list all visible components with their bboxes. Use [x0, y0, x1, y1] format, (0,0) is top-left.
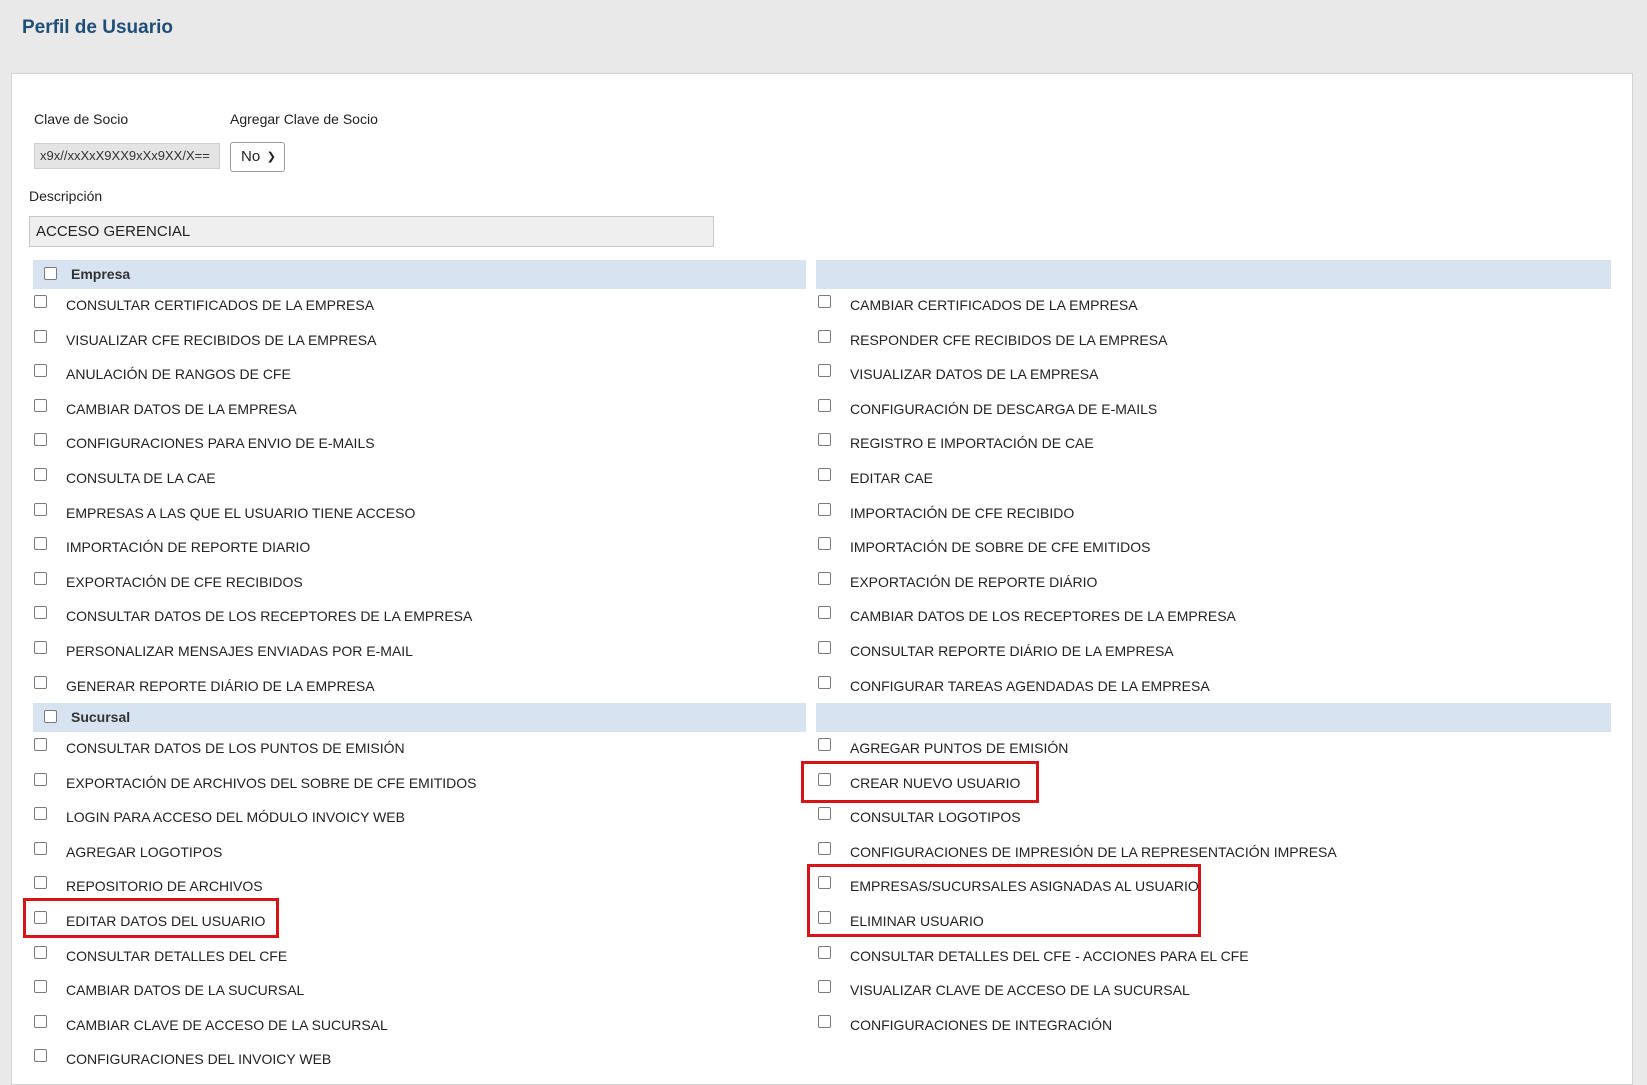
permission-checkbox[interactable]: [34, 433, 47, 447]
agregar-clave-label: Agregar Clave de Socio: [230, 111, 378, 127]
permission-checkbox[interactable]: [818, 364, 831, 378]
clave-socio-label: Clave de Socio: [34, 111, 129, 127]
highlight-editar-datos-usuario: [23, 898, 279, 938]
permission-checkbox[interactable]: [818, 1014, 831, 1028]
permission-checkbox[interactable]: [818, 433, 831, 447]
permission-label: ANULACIÓN DE RANGOS DE CFE: [66, 366, 291, 383]
permission-checkbox[interactable]: [818, 468, 831, 481]
permission-label: CAMBIAR CLAVE DE ACCESO DE LA SUCURSAL: [66, 1016, 388, 1033]
permission-checkbox[interactable]: [34, 675, 47, 689]
permission-label: CONSULTAR DETALLES DEL CFE: [66, 947, 288, 964]
permission-label: REGISTRO E IMPORTACIÓN DE CAE: [850, 435, 1094, 452]
permission-label: EMPRESAS A LAS QUE EL USUARIO TIENE ACCE…: [66, 504, 416, 521]
permission-label: CONSULTAR DATOS DE LOS PUNTOS DE EMISIÓN: [66, 740, 405, 756]
permission-checkbox[interactable]: [818, 502, 831, 516]
permission-label: IMPORTACIÓN DE CFE RECIBIDO: [850, 504, 1075, 521]
permission-checkbox[interactable]: [34, 738, 47, 751]
permission-label: EXPORTACIÓN DE ARCHIVOS DEL SOBRE DE CFE…: [66, 774, 477, 791]
permission-checkbox[interactable]: [34, 772, 47, 786]
permission-checkbox[interactable]: [34, 295, 47, 308]
permission-checkbox[interactable]: [34, 980, 47, 994]
page-title: Perfil de Usuario: [22, 17, 173, 38]
permission-label: PERSONALIZAR MENSAJES ENVIADAS POR E-MAI…: [66, 643, 413, 659]
permission-label: CONFIGURACIONES DE INTEGRACIÓN: [850, 1016, 1113, 1033]
permission-label: CONFIGURAR TAREAS AGENDADAS DE LA EMPRES…: [850, 677, 1210, 694]
permission-checkbox[interactable]: [34, 841, 47, 855]
permission-checkbox[interactable]: [34, 641, 47, 654]
permission-label: CAMBIAR CERTIFICADOS DE LA EMPRESA: [850, 297, 1138, 313]
section-title-empresa: Empresa: [71, 266, 131, 282]
permission-label: CONFIGURACIONES DEL INVOICY WEB: [66, 1051, 332, 1068]
permission-label: CONFIGURACIÓN DE DESCARGA DE E-MAILS: [850, 400, 1158, 417]
permission-checkbox[interactable]: [34, 468, 47, 481]
permission-checkbox[interactable]: [818, 675, 831, 689]
permission-label: CONFIGURACIONES DE IMPRESIÓN DE LA REPRE…: [850, 843, 1337, 860]
permission-checkbox[interactable]: [818, 537, 831, 551]
permission-label: RESPONDER CFE RECIBIDOS DE LA EMPRESA: [850, 331, 1168, 348]
permission-checkbox[interactable]: [818, 295, 831, 308]
permission-label: CONSULTAR DATOS DE LOS RECEPTORES DE LA …: [66, 608, 473, 625]
permission-label: CONSULTAR DETALLES DEL CFE - ACCIONES PA…: [850, 947, 1249, 964]
descripcion-field[interactable]: ACCESO GERENCIAL: [29, 216, 714, 247]
permission-label: CAMBIAR DATOS DE LA EMPRESA: [66, 400, 297, 417]
permission-checkbox[interactable]: [34, 537, 47, 551]
section-header-empresa: Empresa: [33, 260, 806, 289]
permission-checkbox[interactable]: [818, 571, 831, 585]
permission-label: CAMBIAR DATOS DE LOS RECEPTORES DE LA EM…: [850, 608, 1236, 625]
section-checkbox-empresa[interactable]: [44, 267, 57, 280]
permission-checkbox[interactable]: [818, 606, 831, 620]
highlight-crear-nuevo-usuario: [801, 761, 1039, 803]
permission-label: AGREGAR LOGOTIPOS: [66, 843, 223, 860]
permission-checkbox[interactable]: [818, 329, 831, 343]
agregar-clave-value: No: [241, 148, 261, 165]
section-title-sucursal: Sucursal: [71, 709, 131, 725]
permission-checkbox[interactable]: [34, 807, 47, 821]
permission-label: LOGIN PARA ACCESO DEL MÓDULO INVOICY WEB: [66, 809, 405, 826]
permission-label: CAMBIAR DATOS DE LA SUCURSAL: [66, 982, 305, 999]
permission-checkbox[interactable]: [34, 502, 47, 516]
permission-checkbox[interactable]: [34, 364, 47, 378]
permission-checkbox[interactable]: [34, 329, 47, 343]
permission-label: VISUALIZAR DATOS DE LA EMPRESA: [850, 366, 1099, 383]
permission-checkbox[interactable]: [34, 1014, 47, 1028]
section-header-sucursal: Sucursal: [33, 703, 806, 732]
permission-label: EDITAR CAE: [850, 470, 933, 486]
permission-checkbox[interactable]: [818, 738, 831, 751]
permission-label: AGREGAR PUNTOS DE EMISIÓN: [850, 740, 1069, 756]
permission-checkbox[interactable]: [818, 980, 831, 994]
permission-checkbox[interactable]: [34, 945, 47, 959]
permission-checkbox[interactable]: [818, 641, 831, 654]
permission-label: VISUALIZAR CFE RECIBIDOS DE LA EMPRESA: [66, 331, 377, 348]
permission-label: CONSULTAR REPORTE DIÁRIO DE LA EMPRESA: [850, 643, 1174, 659]
agregar-clave-select[interactable]: No ❯: [230, 142, 285, 172]
permission-label: REPOSITORIO DE ARCHIVOS: [66, 878, 263, 895]
section-checkbox-sucursal[interactable]: [44, 710, 57, 723]
permission-checkbox[interactable]: [34, 571, 47, 585]
permission-checkbox[interactable]: [34, 606, 47, 620]
descripcion-label: Descripción: [29, 188, 103, 204]
section-header-empresa-right: [816, 260, 1611, 289]
permission-label: CONSULTA DE LA CAE: [66, 470, 216, 486]
permission-label: GENERAR REPORTE DIÁRIO DE LA EMPRESA: [66, 677, 375, 694]
permission-label: VISUALIZAR CLAVE DE ACCESO DE LA SUCURSA…: [850, 982, 1190, 999]
chevron-down-icon: ❯: [266, 151, 276, 163]
permission-label: IMPORTACIÓN DE SOBRE DE CFE EMITIDOS: [850, 539, 1151, 556]
permission-checkbox[interactable]: [818, 398, 831, 412]
permission-checkbox[interactable]: [34, 1049, 47, 1063]
permission-label: IMPORTACIÓN DE REPORTE DIARIO: [66, 539, 311, 556]
permission-checkbox[interactable]: [818, 841, 831, 855]
permission-label: EXPORTACIÓN DE REPORTE DIÁRIO: [850, 573, 1098, 590]
permission-checkbox[interactable]: [34, 876, 47, 890]
permission-checkbox[interactable]: [818, 807, 831, 821]
clave-socio-field[interactable]: x9x//xxXxX9XX9xXx9XX/X==: [34, 143, 220, 169]
permission-label: CONSULTAR LOGOTIPOS: [850, 809, 1021, 826]
permission-label: CONSULTAR CERTIFICADOS DE LA EMPRESA: [66, 297, 375, 313]
permission-checkbox[interactable]: [818, 945, 831, 959]
section-header-sucursal-right: [816, 703, 1611, 732]
permission-checkbox[interactable]: [34, 398, 47, 412]
permission-label: EXPORTACIÓN DE CFE RECIBIDOS: [66, 573, 303, 590]
permission-label: CONFIGURACIONES PARA ENVIO DE E-MAILS: [66, 435, 375, 452]
highlight-empresas-eliminar: [807, 864, 1201, 937]
